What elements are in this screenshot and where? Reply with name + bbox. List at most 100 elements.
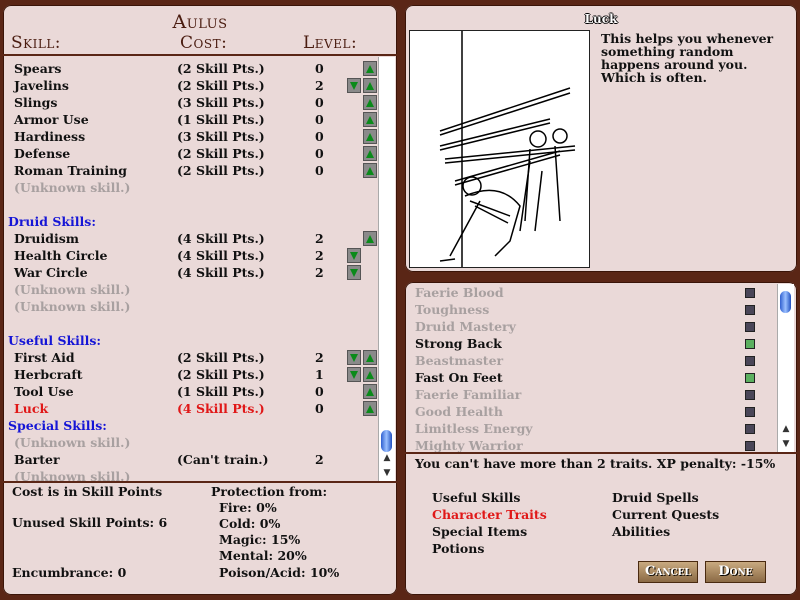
done-button[interactable]: Done [705, 561, 766, 583]
decrease-arrow-icon[interactable] [347, 367, 361, 382]
increase-arrow-icon[interactable] [363, 163, 377, 178]
skill-row[interactable]: Herbcraft (2 Skill Pts.) 1 [8, 366, 378, 383]
skill-row[interactable]: Armor Use (1 Skill Pts.) 0 [8, 111, 378, 128]
skill-name: (Unknown skill.) [14, 282, 131, 297]
scroll-down-arrow[interactable]: ▼ [778, 436, 794, 452]
divider [405, 452, 797, 454]
trait-checkbox[interactable] [745, 322, 755, 332]
trait-row[interactable]: Druid Mastery [415, 318, 775, 335]
trait-row[interactable]: Fast On Feet [415, 369, 775, 386]
traits-note: You can't have more than 2 traits. XP pe… [415, 456, 776, 471]
trait-checkbox[interactable] [745, 424, 755, 434]
trait-row[interactable]: Beastmaster [415, 352, 775, 369]
section-header: Useful Skills: [8, 332, 378, 349]
skill-row[interactable]: Druidism (4 Skill Pts.) 2 [8, 230, 378, 247]
trait-name: Strong Back [415, 336, 502, 351]
skill-level: 0 [315, 401, 324, 416]
skill-level: 0 [315, 129, 324, 144]
scroll-thumb[interactable] [381, 430, 392, 452]
trait-name: Faerie Blood [415, 285, 504, 300]
skill-scrollbar[interactable]: ▲ ▼ [378, 57, 395, 482]
skill-name: Herbcraft [14, 367, 83, 382]
trait-checkbox[interactable] [745, 305, 755, 315]
scroll-up-arrow[interactable]: ▲ [379, 450, 395, 466]
decrease-arrow-icon[interactable] [347, 248, 361, 263]
trait-checkbox[interactable] [745, 288, 755, 298]
skill-name: Slings [14, 95, 58, 110]
increase-arrow-icon[interactable] [363, 61, 377, 76]
blank-row [8, 196, 378, 213]
skill-row[interactable]: First Aid (2 Skill Pts.) 2 [8, 349, 378, 366]
skill-cost: (Can't train.) [177, 452, 269, 467]
tab-druid-spells[interactable]: Druid Spells [612, 490, 699, 505]
section-label: Druid Skills: [8, 214, 96, 229]
skill-row: (Unknown skill.) [8, 468, 378, 482]
decrease-arrow-icon[interactable] [347, 350, 361, 365]
trait-checkbox[interactable] [745, 339, 755, 349]
skill-row[interactable]: War Circle (4 Skill Pts.) 2 [8, 264, 378, 281]
increase-arrow-icon[interactable] [363, 350, 377, 365]
skill-row[interactable]: Tool Use (1 Skill Pts.) 0 [8, 383, 378, 400]
character-name: Aulus [172, 11, 228, 33]
skill-row[interactable]: Defense (2 Skill Pts.) 0 [8, 145, 378, 162]
detail-description: This helps you whenever something random… [601, 31, 774, 85]
skill-name: (Unknown skill.) [14, 469, 131, 482]
cancel-button[interactable]: Cancel [638, 561, 698, 583]
skill-cost: (2 Skill Pts.) [177, 163, 265, 178]
trait-checkbox[interactable] [745, 441, 755, 451]
trait-scrollbar[interactable]: ▲ ▼ [777, 284, 794, 452]
increase-arrow-icon[interactable] [363, 78, 377, 93]
protection-magic: Magic: 15% [219, 532, 301, 547]
section-label: Special Skills: [8, 418, 107, 433]
skill-cost: (1 Skill Pts.) [177, 112, 265, 127]
skill-row[interactable]: Luck (4 Skill Pts.) 0 [8, 400, 378, 417]
trait-checkbox[interactable] [745, 390, 755, 400]
scroll-thumb[interactable] [780, 291, 791, 313]
trait-row[interactable]: Faerie Blood [415, 284, 775, 301]
trait-checkbox[interactable] [745, 373, 755, 383]
scroll-up-arrow[interactable]: ▲ [778, 421, 794, 437]
trait-row[interactable]: Toughness [415, 301, 775, 318]
skill-row[interactable]: Slings (3 Skill Pts.) 0 [8, 94, 378, 111]
trait-row[interactable]: Strong Back [415, 335, 775, 352]
increase-arrow-icon[interactable] [363, 401, 377, 416]
skill-level: 2 [315, 452, 324, 467]
increase-arrow-icon[interactable] [363, 95, 377, 110]
skill-name: Defense [14, 146, 71, 161]
increase-arrow-icon[interactable] [363, 367, 377, 382]
trait-row[interactable]: Limitless Energy [415, 420, 775, 437]
decrease-arrow-icon[interactable] [347, 78, 361, 93]
trait-row[interactable]: Good Health [415, 403, 775, 420]
skill-cost: (2 Skill Pts.) [177, 367, 265, 382]
cost-note: Cost is in Skill Points [12, 484, 163, 499]
unused-skill-points: Unused Skill Points: 6 [12, 515, 168, 530]
skill-row[interactable]: Health Circle (4 Skill Pts.) 2 [8, 247, 378, 264]
tab-current-quests[interactable]: Current Quests [612, 507, 719, 522]
increase-arrow-icon[interactable] [363, 146, 377, 161]
section-header: Special Skills: [8, 417, 378, 434]
tab-useful-skills[interactable]: Useful Skills [432, 490, 520, 505]
increase-arrow-icon[interactable] [363, 231, 377, 246]
increase-arrow-icon[interactable] [363, 384, 377, 399]
tab-abilities[interactable]: Abilities [612, 524, 670, 539]
skill-row[interactable]: Roman Training (2 Skill Pts.) 0 [8, 162, 378, 179]
trait-checkbox[interactable] [745, 356, 755, 366]
skill-level: 0 [315, 146, 324, 161]
skill-row[interactable]: Barter (Can't train.) 2 [8, 451, 378, 468]
tab-character-traits[interactable]: Character Traits [432, 507, 547, 522]
scroll-down-arrow[interactable]: ▼ [379, 465, 395, 481]
skill-cost: (3 Skill Pts.) [177, 95, 265, 110]
tab-special-items[interactable]: Special Items [432, 524, 527, 539]
skill-name: Druidism [14, 231, 80, 246]
trait-row[interactable]: Faerie Familiar [415, 386, 775, 403]
skill-row[interactable]: Hardiness (3 Skill Pts.) 0 [8, 128, 378, 145]
skill-row[interactable]: Javelins (2 Skill Pts.) 2 [8, 77, 378, 94]
increase-arrow-icon[interactable] [363, 112, 377, 127]
protection-poison: Poison/Acid: 10% [219, 565, 340, 580]
increase-arrow-icon[interactable] [363, 129, 377, 144]
trait-checkbox[interactable] [745, 407, 755, 417]
skill-row: (Unknown skill.) [8, 434, 378, 451]
tab-potions[interactable]: Potions [432, 541, 484, 556]
skill-row[interactable]: Spears (2 Skill Pts.) 0 [8, 60, 378, 77]
decrease-arrow-icon[interactable] [347, 265, 361, 280]
